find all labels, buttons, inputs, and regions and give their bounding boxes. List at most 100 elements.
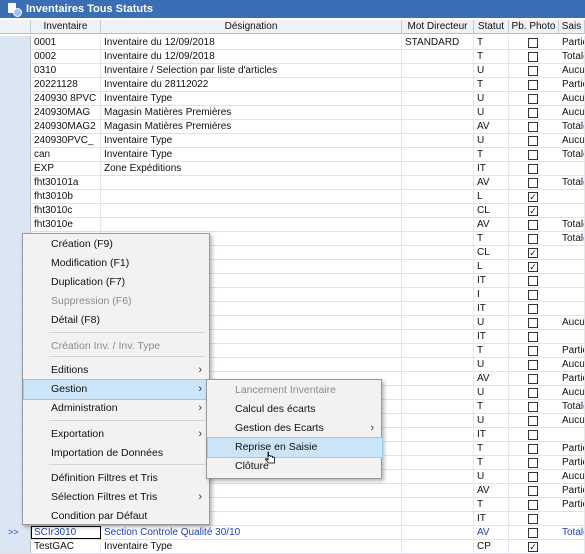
cell-saisie[interactable]: Aucun: [559, 316, 585, 329]
row-indicator[interactable]: [0, 162, 31, 175]
cell-mot[interactable]: [402, 372, 474, 385]
cell-mot[interactable]: STANDARD: [402, 36, 474, 49]
cell-des[interactable]: Inventaire / Selection par liste d'artic…: [101, 64, 402, 77]
cell-des[interactable]: Inventaire Type: [101, 148, 402, 161]
cell-saisie[interactable]: [559, 190, 585, 203]
table-row[interactable]: 240930MAG Magasin Matières Premières U Aucu…: [0, 106, 585, 120]
cell-mot[interactable]: [402, 386, 474, 399]
cell-inv[interactable]: fht3010c: [31, 204, 101, 217]
table-row[interactable]: >> SCIr3010 Section Controle Qualité 30/10…: [0, 526, 585, 540]
menu-item[interactable]: Clôture: [208, 457, 382, 476]
cell-statut[interactable]: T: [474, 442, 509, 455]
cell-statut[interactable]: IT: [474, 162, 509, 175]
row-indicator[interactable]: [0, 106, 31, 119]
cell-statut[interactable]: IT: [474, 512, 509, 525]
menu-item[interactable]: Duplication (F7): [24, 273, 210, 292]
cell-mot[interactable]: [402, 512, 474, 525]
cell-saisie[interactable]: [559, 204, 585, 217]
row-indicator[interactable]: >>: [0, 526, 31, 539]
pb-photo-checkbox[interactable]: [528, 234, 538, 244]
cell-inv[interactable]: 240930 8PVC: [31, 92, 101, 105]
cell-des[interactable]: Magasin Matières Premières: [101, 106, 402, 119]
cell-saisie[interactable]: Aucun: [559, 414, 585, 427]
cell-mot[interactable]: [402, 260, 474, 273]
cell-saisie[interactable]: [559, 288, 585, 301]
cell-inv[interactable]: fht3010b: [31, 190, 101, 203]
cell-mot[interactable]: [402, 218, 474, 231]
cell-mot[interactable]: [402, 106, 474, 119]
pb-photo-checkbox[interactable]: ✓: [528, 262, 538, 272]
pb-photo-checkbox[interactable]: [528, 374, 538, 384]
menu-item[interactable]: Lancement Inventaire: [208, 381, 382, 400]
table-row[interactable]: 240930 8PVCInventaire Type U Aucun: [0, 92, 585, 106]
pb-photo-checkbox[interactable]: [528, 416, 538, 426]
pb-photo-checkbox[interactable]: [528, 122, 538, 132]
pb-photo-checkbox[interactable]: [528, 276, 538, 286]
menu-item[interactable]: Gestion des Ecarts ›: [208, 419, 382, 438]
pb-photo-checkbox[interactable]: [528, 500, 538, 510]
cell-saisie[interactable]: Partiel: [559, 344, 585, 357]
cell-statut[interactable]: T: [474, 148, 509, 161]
cell-statut[interactable]: IT: [474, 274, 509, 287]
menu-item[interactable]: Importation de Données: [24, 444, 210, 463]
cell-saisie[interactable]: Totale: [559, 232, 585, 245]
cell-mot[interactable]: [402, 246, 474, 259]
cell-des[interactable]: Inventaire du 12/09/2018: [101, 36, 402, 49]
cell-mot[interactable]: [402, 428, 474, 441]
cell-mot[interactable]: [402, 274, 474, 287]
menu-item[interactable]: Editions ›: [24, 361, 210, 380]
cell-statut[interactable]: U: [474, 386, 509, 399]
row-indicator[interactable]: [0, 190, 31, 203]
cell-saisie[interactable]: Totale: [559, 526, 585, 539]
cell-mot[interactable]: [402, 92, 474, 105]
cell-saisie[interactable]: [559, 428, 585, 441]
cell-saisie[interactable]: Partiel: [559, 442, 585, 455]
col-header-statut[interactable]: Statut: [474, 20, 509, 34]
table-row[interactable]: 0002Inventaire du 12/09/2018 T Totale: [0, 50, 585, 64]
cell-saisie[interactable]: Aucun: [559, 358, 585, 371]
cell-inv[interactable]: SCIr3010: [31, 526, 101, 539]
cell-des[interactable]: Zone Expéditions: [101, 162, 402, 175]
row-indicator[interactable]: [0, 204, 31, 217]
cell-saisie[interactable]: [559, 302, 585, 315]
cell-statut[interactable]: T: [474, 36, 509, 49]
cell-saisie[interactable]: [559, 274, 585, 287]
cell-statut[interactable]: L: [474, 190, 509, 203]
menu-item[interactable]: Condition par Défaut: [24, 507, 210, 526]
cell-saisie[interactable]: Partiel: [559, 498, 585, 511]
row-indicator[interactable]: [0, 36, 31, 49]
cell-saisie[interactable]: Totale: [559, 120, 585, 133]
cell-inv[interactable]: 0001: [31, 36, 101, 49]
cell-inv[interactable]: 240930MAG2: [31, 120, 101, 133]
pb-photo-checkbox[interactable]: [528, 332, 538, 342]
cell-statut[interactable]: IT: [474, 428, 509, 441]
menu-item[interactable]: Calcul des écarts: [208, 400, 382, 419]
cell-statut[interactable]: IT: [474, 302, 509, 315]
cell-statut[interactable]: T: [474, 78, 509, 91]
cell-statut[interactable]: T: [474, 50, 509, 63]
cell-mot[interactable]: [402, 148, 474, 161]
cell-mot[interactable]: [402, 176, 474, 189]
cell-mot[interactable]: [402, 232, 474, 245]
menu-item[interactable]: Sélection Filtres et Tris ›: [24, 488, 210, 507]
pb-photo-checkbox[interactable]: [528, 444, 538, 454]
cell-statut[interactable]: U: [474, 64, 509, 77]
cell-saisie[interactable]: Totale: [559, 218, 585, 231]
pb-photo-checkbox[interactable]: [528, 430, 538, 440]
cell-mot[interactable]: [402, 358, 474, 371]
cell-inv[interactable]: fht3010e: [31, 218, 101, 231]
cell-statut[interactable]: U: [474, 316, 509, 329]
pb-photo-checkbox[interactable]: [528, 136, 538, 146]
cell-mot[interactable]: [402, 120, 474, 133]
cell-mot[interactable]: [402, 484, 474, 497]
cell-saisie[interactable]: Partiel: [559, 36, 585, 49]
pb-photo-checkbox[interactable]: [528, 290, 538, 300]
cell-mot[interactable]: [402, 540, 474, 553]
pb-photo-checkbox[interactable]: [528, 108, 538, 118]
cell-des[interactable]: Inventaire Type: [101, 92, 402, 105]
cell-saisie[interactable]: Totale: [559, 148, 585, 161]
pb-photo-checkbox[interactable]: [528, 178, 538, 188]
cell-des[interactable]: Inventaire du 12/09/2018: [101, 50, 402, 63]
row-indicator[interactable]: [0, 120, 31, 133]
row-indicator[interactable]: [0, 50, 31, 63]
